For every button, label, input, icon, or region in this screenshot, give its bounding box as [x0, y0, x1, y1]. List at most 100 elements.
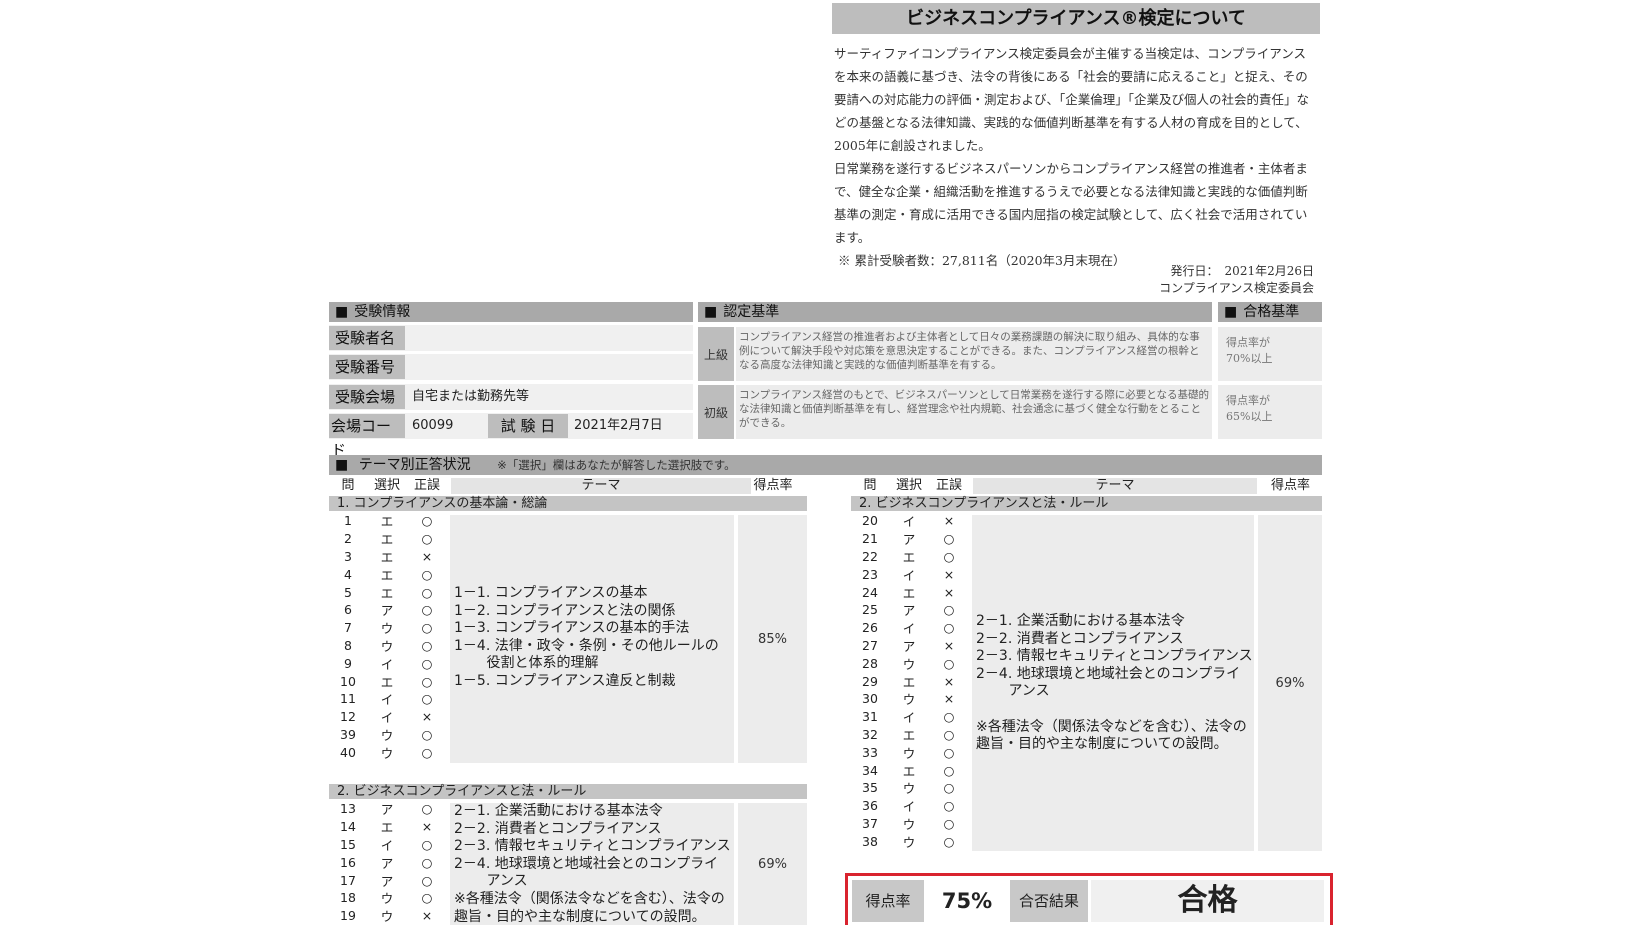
name-value	[408, 326, 688, 350]
correctness-mark: ×	[421, 548, 433, 564]
level-basic-description: コンプライアンス経営のもとで、ビジネスパーソンとして日常業務を遂行する際に必要と…	[736, 385, 1212, 439]
exam-date-value: 2021年2月7日	[574, 418, 663, 433]
selected-answer: ウ	[380, 727, 394, 743]
exam-date-label: 試 験 日	[488, 414, 568, 438]
question-row: 8 ウ ○	[329, 637, 447, 655]
question-row: 26 イ ○	[851, 619, 969, 637]
correctness-mark: ○	[421, 854, 433, 870]
correctness-mark: ○	[943, 744, 955, 760]
question-row: 27 ア ×	[851, 637, 969, 655]
question-number: 2	[344, 531, 352, 547]
topic-line: 2－4. 地球環境と地域社会とのコンプライ	[976, 665, 1241, 682]
question-number: 34	[862, 762, 878, 778]
selected-answer: イ	[380, 656, 394, 672]
selected-answer: ウ	[902, 834, 916, 850]
correctness-mark: ×	[421, 819, 433, 835]
selected-answer: エ	[380, 674, 394, 690]
correctness-mark: ○	[943, 798, 955, 814]
selected-answer: ウ	[902, 745, 916, 761]
selected-answer: ア	[380, 873, 394, 889]
selected-answer: ア	[902, 532, 916, 548]
question-number: 23	[862, 566, 878, 582]
correctness-mark: ○	[421, 673, 433, 689]
venue-label: 受験会場	[329, 385, 405, 409]
question-number: 13	[340, 801, 356, 817]
question-number: 14	[340, 819, 356, 835]
correctness-mark: ×	[943, 513, 955, 529]
topic-line: 役割と体系的理解	[454, 655, 599, 672]
question-list: 20 イ × 21 ア ○ 22 エ ○ 23 イ × 24 エ × 25 ア ○ 26 イ ○ 27 ア × 28 ウ ○ 29 エ ×…	[851, 512, 969, 850]
issue-date: 発行日： 2021年2月26日	[1170, 264, 1314, 278]
venue-code-value: 60099	[412, 418, 454, 433]
group-title: 1. コンプライアンスの基本論・総論	[329, 496, 807, 511]
question-row: 13 ア ○	[329, 800, 447, 818]
question-row: 21 ア ○	[851, 530, 969, 548]
question-number: 39	[340, 726, 356, 742]
left-column-headers: 問 選択 正誤 テーマ 得点率	[329, 478, 807, 494]
theme-topics: 1－1. コンプライアンスの基本 1－2. コンプライアンスと法の関係 1－3. コ…	[450, 515, 734, 763]
correctness-mark: ○	[421, 836, 433, 852]
selected-answer: エ	[902, 550, 916, 565]
topic-line: 2－4. 地球環境と地域社会とのコンプライ	[454, 855, 719, 872]
question-number: 16	[340, 854, 356, 870]
question-row: 11 イ ○	[329, 690, 447, 708]
about-paragraph: 日常業務を遂行するビジネスパーソンからコンプライアンス経営の推進者・主体者まで、…	[834, 161, 1308, 245]
question-number: 33	[862, 744, 878, 760]
correctness-mark: ×	[943, 691, 955, 707]
score-rate-label: 得点率	[852, 880, 924, 922]
theme-score: 69%	[738, 803, 807, 925]
question-row: 39 ウ ○	[329, 726, 447, 744]
correctness-mark: ×	[421, 908, 433, 924]
certification-header: 認定基準	[698, 302, 1212, 322]
question-number: 3	[344, 548, 352, 564]
correctness-mark: ○	[421, 513, 433, 529]
topic-line: 1－1. コンプライアンスの基本	[454, 585, 648, 601]
theme-score: 85%	[738, 515, 807, 763]
topic-line: 趣旨・目的や主な制度についての設問。	[454, 908, 706, 925]
question-row: 24 エ ×	[851, 583, 969, 601]
question-list: 13 ア ○ 14 エ × 15 イ ○ 16 ア ○ 17 ア ○ 18 ウ ○ 19 ウ ×	[329, 800, 447, 925]
selected-answer: ウ	[380, 891, 394, 907]
question-number: 20	[862, 513, 878, 529]
col-theme: テーマ	[451, 478, 751, 494]
topic-line: 1－4. 法律・政令・条例・その他ルールの	[454, 637, 719, 654]
question-number: 12	[340, 709, 356, 725]
correctness-mark: ×	[943, 566, 955, 582]
correctness-mark: ○	[943, 655, 955, 671]
col-theme: テーマ	[973, 478, 1257, 494]
question-number: 28	[862, 655, 878, 671]
correctness-mark: ○	[421, 531, 433, 547]
topic-line: 2－2. 消費者とコンプライアンス	[976, 630, 1184, 647]
correctness-mark: ×	[943, 584, 955, 600]
selected-answer: ウ	[902, 656, 916, 672]
question-row: 19 ウ ×	[329, 907, 447, 925]
name-label: 受験者名	[329, 326, 405, 350]
correctness-mark: ○	[421, 620, 433, 636]
about-title: ビジネスコンプライアンス®検定について	[832, 3, 1320, 34]
selected-answer: ウ	[902, 781, 916, 797]
correctness-mark: ○	[943, 548, 955, 564]
col-score: 得点率	[1270, 478, 1310, 493]
theme-status-header: テーマ別正答状況 ※「選択」欄はあなたが解答した選択肢です。	[329, 455, 1322, 475]
topic-line: 2－3. 情報セキュリティとコンプライアンス	[976, 648, 1253, 665]
topic-line: 1－2. コンプライアンスと法の関係	[454, 602, 676, 619]
correctness-mark: ○	[421, 744, 433, 760]
level-advanced-description: コンプライアンス経営の推進者および主体者として日々の業務課題の解決に取り組み、具…	[736, 327, 1212, 381]
level-basic: 初級	[698, 385, 734, 439]
question-number: 21	[862, 531, 878, 547]
theme-status-note: ※「選択」欄はあなたが解答した選択肢です。	[497, 458, 736, 472]
selected-answer: ア	[902, 603, 916, 619]
question-number: 17	[340, 872, 356, 888]
correctness-mark: ○	[943, 531, 955, 547]
selected-answer: エ	[902, 763, 916, 779]
topic-line: 2－1. 企業活動における基本法令	[454, 803, 663, 819]
selected-answer: エ	[902, 585, 916, 601]
exam-info-header: 受験情報	[329, 302, 693, 322]
col-selection: 選択	[373, 478, 400, 493]
question-row: 9 イ ○	[329, 654, 447, 672]
col-score: 得点率	[753, 478, 793, 493]
topic-line: 趣旨・目的や主な制度についての設問。	[976, 736, 1228, 753]
question-row: 14 エ ×	[329, 818, 447, 836]
question-number: 6	[344, 602, 352, 618]
topic-line: 2－3. 情報セキュリティとコンプライアンス	[454, 838, 731, 855]
